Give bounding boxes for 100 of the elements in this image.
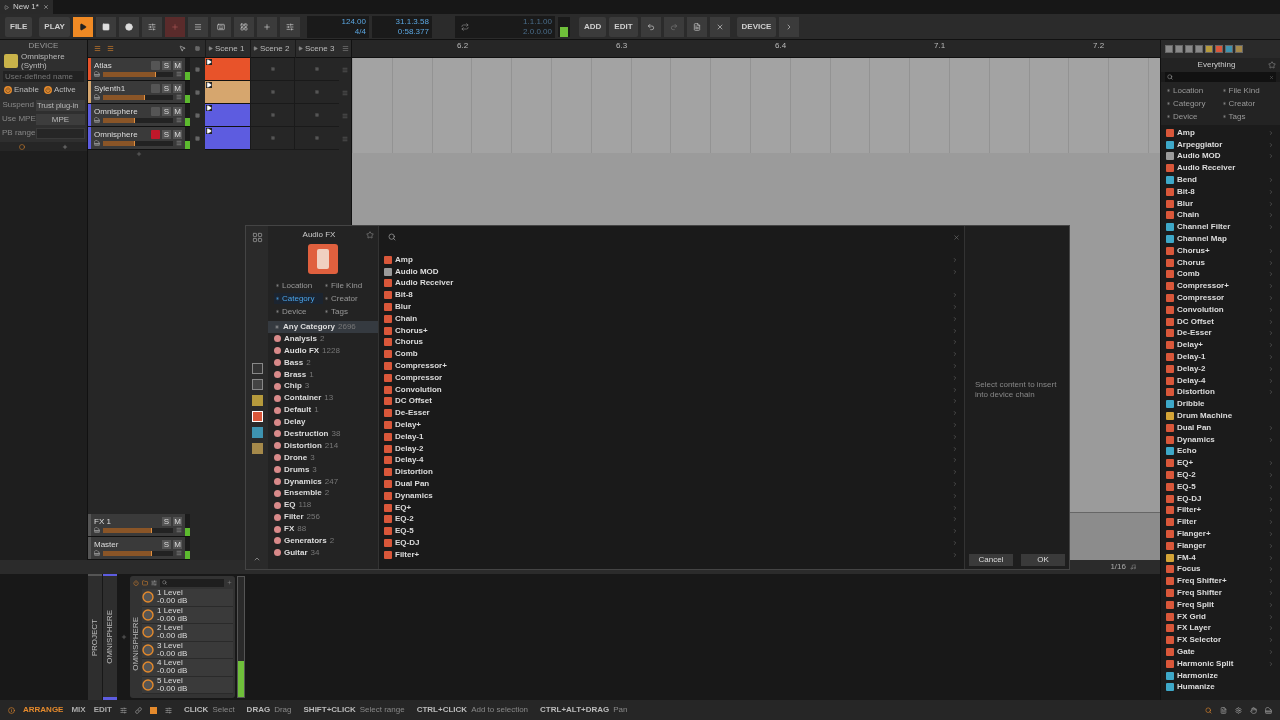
toggle-button[interactable]: Active <box>43 84 76 96</box>
add-icon[interactable] <box>62 143 69 150</box>
plugin-list-item[interactable]: EQ-2 <box>384 513 964 526</box>
solo-button[interactable]: S <box>162 84 171 93</box>
stop-all-icon[interactable] <box>195 46 200 51</box>
plugin-list-item[interactable]: Bit-8 <box>384 289 964 302</box>
plugin-list-item[interactable]: Chain <box>1166 209 1280 222</box>
category-item[interactable]: Container 13 <box>268 392 378 405</box>
plugin-list-item[interactable]: Filter <box>1166 516 1280 529</box>
facet-tab[interactable]: Location <box>1165 85 1221 96</box>
facet-tab[interactable]: Creator <box>1220 98 1276 109</box>
keyboard-button[interactable] <box>210 16 231 37</box>
track-menu-icon[interactable] <box>342 112 349 119</box>
facet-tab[interactable]: File Kind <box>1220 85 1276 96</box>
track-header[interactable]: Sylenth1 S M <box>88 81 190 103</box>
collapse-icon[interactable] <box>253 555 261 563</box>
search-field[interactable] <box>160 578 224 587</box>
category-item[interactable]: FX 88 <box>268 523 378 536</box>
volume-slider[interactable] <box>103 527 173 533</box>
timeline-ruler[interactable]: 6.2 6.3 6.4 7.1 7.2 <box>352 40 1160 58</box>
category-item[interactable]: Filter 256 <box>268 511 378 524</box>
plugin-list-item[interactable]: Audio Receiver <box>1166 162 1280 175</box>
facet-tab[interactable]: Creator <box>323 293 372 304</box>
delete-button[interactable] <box>709 16 730 37</box>
plugin-list-item[interactable]: Filter+ <box>1166 504 1280 517</box>
cancel-button[interactable]: Cancel <box>969 554 1013 566</box>
record-button[interactable] <box>118 16 139 37</box>
add-button[interactable]: ADD <box>578 16 607 37</box>
hand-icon[interactable] <box>1250 706 1257 714</box>
undo-button[interactable] <box>640 16 661 37</box>
stop-slot-icon[interactable] <box>194 113 200 118</box>
document-tab[interactable]: New 1* <box>0 0 53 14</box>
stop-slot-icon[interactable] <box>194 67 200 72</box>
layout-button[interactable] <box>233 16 254 37</box>
add-device-icon[interactable] <box>120 634 127 640</box>
file-icon[interactable] <box>1220 706 1227 714</box>
plugin-list-item[interactable]: Freq Shifter+ <box>1166 575 1280 588</box>
plugin-list-item[interactable]: Dribble <box>1166 398 1280 411</box>
plugin-list-item[interactable]: EQ-DJ <box>384 537 964 549</box>
plugin-list-item[interactable]: FX Grid <box>1166 610 1280 623</box>
menu-icon[interactable] <box>176 71 182 77</box>
volume-slider[interactable] <box>103 71 173 77</box>
plugin-list-item[interactable]: Dual Pan <box>1166 421 1280 434</box>
plugin-list-item[interactable]: Focus <box>1166 563 1280 576</box>
equal-icon[interactable] <box>94 45 101 52</box>
plugin-list-item[interactable]: Chorus <box>384 336 964 349</box>
plugin-list-item[interactable]: Delay-4 <box>384 454 964 467</box>
plugin-list-item[interactable]: Delay+ <box>1166 339 1280 352</box>
plugin-list-item[interactable]: DC Offset <box>1166 315 1280 328</box>
category-item[interactable]: Ensemble 2 <box>268 487 378 500</box>
mute-button[interactable]: M <box>173 61 182 70</box>
plugin-list-item[interactable]: Delay-4 <box>1166 374 1280 387</box>
preset-icon[interactable] <box>251 443 263 454</box>
mute-button[interactable]: M <box>173 84 182 93</box>
menu-icon[interactable] <box>176 117 182 123</box>
add-track-button[interactable] <box>256 16 277 37</box>
category-item[interactable]: Default 1 <box>268 404 378 417</box>
add-track-icon[interactable] <box>136 151 142 157</box>
volume-slider[interactable] <box>103 140 173 146</box>
plugin-list-item[interactable]: Dynamics <box>1166 433 1280 446</box>
plugin-list-item[interactable]: Compressor+ <box>384 360 964 372</box>
clip[interactable] <box>204 127 250 150</box>
parameter-knob[interactable]: 1 Level -0.00 dB <box>142 589 233 607</box>
audio-fx-icon[interactable] <box>251 411 263 422</box>
link-icon[interactable] <box>134 706 142 714</box>
plugin-list-item[interactable]: Blur <box>1166 197 1280 210</box>
category-item[interactable]: Drums 3 <box>268 463 378 476</box>
category-item[interactable]: Dynamics 247 <box>268 475 378 488</box>
plugin-list-item[interactable]: FX Layer <box>1166 622 1280 635</box>
plugin-list-item[interactable]: Chorus+ <box>384 324 964 337</box>
automation-button[interactable] <box>141 16 162 37</box>
add-icon[interactable] <box>227 580 232 585</box>
plugin-list-item[interactable]: Freq Split <box>1166 598 1280 611</box>
plugin-list-item[interactable]: Convolution <box>1166 303 1280 316</box>
search-icon[interactable] <box>1205 706 1212 714</box>
facet-tab[interactable]: Device <box>274 306 323 317</box>
facet-tab[interactable]: Tags <box>323 306 372 317</box>
mode-tab[interactable]: ARRANGE <box>23 704 64 716</box>
favorite-icon[interactable] <box>366 231 374 239</box>
grid-icon[interactable] <box>251 232 263 243</box>
plugin-list-item[interactable]: Audio MOD <box>384 265 964 278</box>
plugin-list-item[interactable]: Gate <box>1166 646 1280 658</box>
copy-button[interactable] <box>686 16 707 37</box>
mode-tab[interactable]: EDIT <box>93 704 112 716</box>
plugin-list-item[interactable]: Comb <box>384 348 964 361</box>
panel-button[interactable] <box>279 16 300 37</box>
plugin-list-item[interactable]: EQ-DJ <box>1166 492 1280 505</box>
everything-icon[interactable] <box>251 363 263 374</box>
plugin-list-item[interactable]: Delay-1 <box>384 430 964 443</box>
plugin-list-item[interactable]: De-Esser <box>1166 327 1280 340</box>
track-header[interactable]: Master S M <box>88 537 190 559</box>
plugin-list-item[interactable]: Drum Machine <box>1166 410 1280 422</box>
scene-button[interactable]: Scene 1 <box>205 39 250 58</box>
menu-icon[interactable] <box>176 140 182 146</box>
facet-tab[interactable]: Category <box>274 293 323 304</box>
settings-icon[interactable] <box>151 579 157 586</box>
category-item[interactable]: Drone 3 <box>268 451 378 464</box>
plugin-list-item[interactable]: Channel Filter <box>1166 221 1280 234</box>
redo-button[interactable] <box>663 16 684 37</box>
plugin-list-item[interactable]: Bend <box>1166 174 1280 186</box>
